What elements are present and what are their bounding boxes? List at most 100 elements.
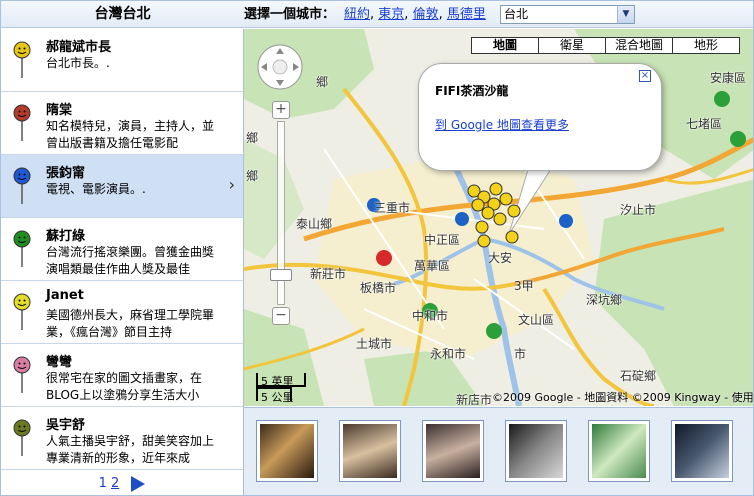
- photo-image: [343, 424, 397, 478]
- hand-icon: [272, 59, 288, 75]
- scale-label-km: 5 公里: [261, 391, 294, 404]
- photo-thumbnail[interactable]: [505, 420, 567, 482]
- map-label-anxing: 安康區: [710, 71, 747, 85]
- city-dropdown[interactable]: 台北 ▼: [500, 5, 635, 24]
- map-pin-icon: [13, 293, 31, 330]
- map-label-tucheng: 土城市: [356, 337, 393, 351]
- header-bar: 台灣台北 選擇一個城市： 紐約, 東京, 倫敦, 馬德里 台北 ▼: [1, 1, 753, 28]
- photo-thumbnail[interactable]: [256, 420, 318, 482]
- city-links: 紐約, 東京, 倫敦, 馬德里: [344, 7, 486, 22]
- pan-control[interactable]: [256, 43, 304, 91]
- photo-strip: [244, 407, 753, 495]
- person-name: 蘇打綠: [46, 229, 86, 244]
- info-window-title: FIFI茶酒沙龍: [435, 84, 509, 98]
- city-dropdown-value: 台北: [504, 7, 529, 21]
- map-type-terrain[interactable]: 地形: [672, 37, 740, 54]
- zoom-out-button[interactable]: −: [272, 307, 290, 325]
- map-label-xinzhuang: 新莊市: [310, 267, 347, 281]
- person-item[interactable]: 彎彎 很常宅在家的圖文插畫家，在BLOG上以塗鴉分享生活大小: [1, 344, 243, 407]
- person-description: 台灣流行搖滾樂團。曾獲金曲獎演唱類最佳作曲人獎及最佳: [46, 245, 215, 276]
- map-label-xiang3: 鄉: [246, 169, 259, 183]
- photo-image: [675, 424, 729, 478]
- map-label-qidu: 七堵區: [686, 117, 723, 131]
- map-pin-icon: [13, 41, 31, 78]
- zoom-control: + −: [270, 101, 292, 325]
- map-pin-icon: [13, 230, 31, 267]
- info-window-google-link[interactable]: 到 Google 地圖查看更多: [435, 116, 569, 133]
- person-name: 彎彎: [46, 355, 73, 370]
- map-pin-icon: [13, 167, 31, 204]
- map-copyright: ©2009 Google - 地圖資料 ©2009 Kingway - 使用條款: [492, 391, 754, 404]
- scale-bar-km: 5 公里: [256, 387, 294, 404]
- city-select-label: 選擇一個城市：: [244, 7, 336, 22]
- map-pin-icon: [13, 356, 31, 393]
- map-label-zhonghe: 中和市: [412, 309, 449, 323]
- map-pin-icon: [13, 104, 31, 141]
- map-type-hybrid[interactable]: 混合地圖: [605, 37, 673, 54]
- map-label-xiang1: 郷: [316, 75, 329, 89]
- city-link-newyork[interactable]: 紐約: [344, 7, 370, 22]
- person-name: 郝龍斌市長: [46, 40, 112, 55]
- photo-thumbnail[interactable]: [588, 420, 650, 482]
- map-pin-icon: [13, 419, 31, 456]
- photo-image: [509, 424, 563, 478]
- person-item[interactable]: 蘇打綠 台灣流行搖滾樂團。曾獲金曲獎演唱類最佳作曲人獎及最佳: [1, 218, 243, 281]
- person-name: 張鈞甯: [46, 166, 86, 181]
- map-label-daan: 大安: [488, 251, 513, 265]
- map-view[interactable]: 三重市 泰山鄉 新莊市 板橋市 萬華區 中正區 大安 中和市 土城市 永和市 文…: [244, 29, 754, 406]
- person-item[interactable]: 郝龍斌市長 台北市長。.: [1, 29, 243, 92]
- city-link-madrid[interactable]: 馬德里: [447, 7, 486, 22]
- person-description: 很常宅在家的圖文插畫家，在BLOG上以塗鴉分享生活大小: [46, 371, 203, 402]
- map-type-satellite[interactable]: 衛星: [538, 37, 606, 54]
- info-window: FIFI茶酒沙龍 到 Google 地圖查看更多 ×: [418, 63, 662, 171]
- map-label-xiang2: 鄉: [246, 131, 259, 145]
- photo-image: [260, 424, 314, 478]
- map-label-banqiao: 板橋市: [360, 281, 397, 295]
- map-label-taishan: 泰山鄉: [296, 217, 333, 231]
- map-label-xindian: 新店市: [456, 393, 493, 406]
- map-type-map[interactable]: 地圖: [471, 37, 539, 54]
- map-label-shi: 市: [514, 347, 527, 361]
- person-item[interactable]: 張鈞甯 電視、電影演員。. ›: [1, 155, 243, 218]
- next-page-arrow-icon[interactable]: [131, 475, 146, 492]
- pager-page-2[interactable]: 2: [111, 476, 119, 491]
- dropdown-arrow-icon[interactable]: ▼: [617, 6, 634, 23]
- scale-bar-miles: 5 英里: [256, 373, 306, 388]
- map-scale: 5 英里 5 公里: [256, 373, 306, 404]
- zoom-in-button[interactable]: +: [272, 101, 290, 119]
- person-name: 吳宇舒: [46, 418, 86, 433]
- map-label-wanhua: 萬華區: [414, 259, 451, 273]
- map-label-shenkeng: 深坑鄉: [586, 293, 623, 307]
- photo-thumbnail[interactable]: [422, 420, 484, 482]
- map-label-sanchong: 三重市: [374, 201, 411, 215]
- app-window: 台灣台北 選擇一個城市： 紐約, 東京, 倫敦, 馬德里 台北 ▼ 郝龍斌市長台…: [0, 0, 754, 496]
- person-name: 隋棠: [46, 103, 73, 118]
- map-label-shiding: 石碇鄉: [620, 369, 657, 383]
- person-description: 美國德州長大，麻省理工學院畢業，《瘋台灣》節目主持: [46, 308, 215, 339]
- photo-thumbnail[interactable]: [671, 420, 733, 482]
- map-label-xizhi: 汐止市: [620, 203, 657, 217]
- chevron-right-icon: ›: [228, 175, 235, 194]
- map-type-bar: 地圖 衛星 混合地圖 地形: [471, 37, 740, 54]
- person-item[interactable]: Janet 美國德州長大，麻省理工學院畢業，《瘋台灣》節目主持: [1, 281, 243, 344]
- city-link-tokyo[interactable]: 東京: [378, 7, 404, 22]
- people-list: 郝龍斌市長 台北市長。. 隋棠 知名模特兒，演員，主持人，並曾出版書籍及擔任電影配 張鈞…: [1, 29, 244, 495]
- pager: 1 2: [1, 469, 243, 495]
- map-label-wenshan: 文山區: [518, 313, 555, 327]
- zoom-slider-thumb[interactable]: [270, 269, 292, 281]
- person-description: 電視、電影演員。.: [46, 182, 146, 196]
- person-description: 台北市長。.: [46, 56, 110, 70]
- photo-image: [426, 424, 480, 478]
- map-label-yonghe: 永和市: [430, 347, 467, 361]
- person-item[interactable]: 隋棠 知名模特兒，演員，主持人，並曾出版書籍及擔任電影配: [1, 92, 243, 155]
- person-item[interactable]: 吳宇舒 人氣主播吳宇舒，甜美笑容加上專業清新的形象，近年來成: [1, 407, 243, 470]
- close-icon[interactable]: ×: [639, 70, 651, 82]
- person-description: 知名模特兒，演員，主持人，並曾出版書籍及擔任電影配: [46, 119, 215, 150]
- map-label-sanjia: 3甲: [514, 279, 534, 293]
- photo-thumbnail[interactable]: [339, 420, 401, 482]
- city-link-london[interactable]: 倫敦: [413, 7, 439, 22]
- pager-current: 1: [98, 476, 107, 491]
- city-title: 台灣台北: [94, 6, 151, 22]
- map-label-zhongzheng: 中正區: [424, 233, 461, 247]
- photo-image: [592, 424, 646, 478]
